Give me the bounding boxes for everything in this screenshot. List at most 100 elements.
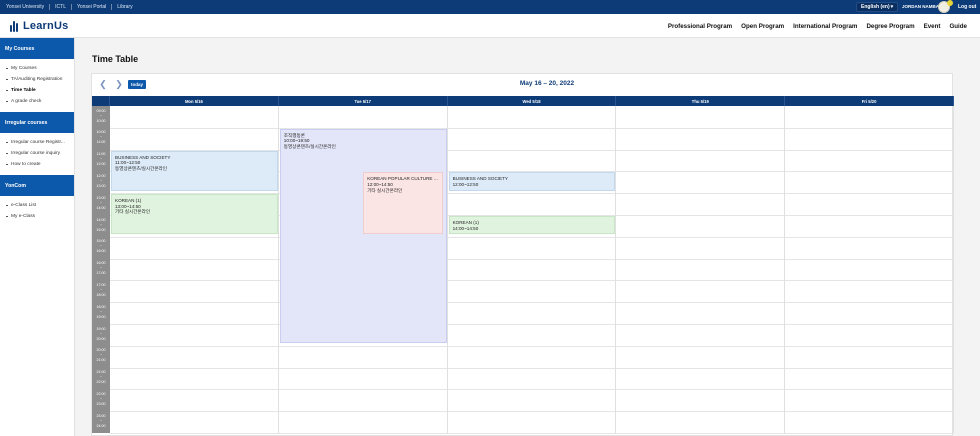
bullet-icon: [6, 142, 8, 143]
bullet-icon: [6, 101, 8, 102]
column-divider: [615, 106, 617, 433]
logo[interactable]: LearnUs: [10, 19, 68, 33]
day-header: Wed 5/18: [447, 96, 617, 106]
time-slot-label: 11:00 ~12:00: [96, 152, 106, 167]
sidebar-item-irregular-inquiry[interactable]: Irregular course inquiry: [0, 148, 74, 159]
sidebar-list-irregular: Irregular course Registr... Irregular co…: [0, 133, 74, 175]
sidebar-section-my-courses: My Courses: [0, 38, 74, 59]
time-slot-label: 10:00 ~11:00: [96, 130, 106, 145]
sidebar-section-irregular: Irregular courses: [0, 112, 74, 133]
logo-bars-icon: [10, 20, 20, 32]
time-slot-label: 09:00 ~10:00: [96, 108, 106, 123]
event-mode: 동영상콘텐츠/실시간온라인: [115, 165, 167, 171]
time-slot-label: 19:00 ~20:00: [96, 326, 106, 341]
library-link[interactable]: Library: [106, 4, 132, 10]
row-divider: [110, 389, 954, 391]
sidebar-item-time-table[interactable]: Time Table: [0, 85, 74, 96]
bullet-icon: [6, 153, 8, 154]
row-divider: [110, 324, 954, 325]
nav-professional-program[interactable]: Professional Program: [668, 23, 732, 30]
sidebar-item-label: Irregular course inquiry: [11, 151, 61, 156]
prev-week-chevron-left-icon[interactable]: ❮: [98, 79, 108, 89]
logo-text: LearnUs: [23, 20, 69, 32]
bullet-icon: [6, 68, 8, 69]
time-slot-label: 12:00 ~13:00: [96, 173, 106, 189]
timetable-card: ❮ ❯ today May 16 – 20, 2022 Mon 5/16 Tue …: [91, 73, 954, 436]
column-divider: [446, 106, 448, 433]
time-slot-label: 22:00 ~23:00: [96, 391, 106, 407]
calendar-event[interactable]: KOREAN (1) 14:00~14:50: [448, 216, 616, 235]
ictl-link[interactable]: ICTL: [44, 4, 66, 10]
day-header-corner: [92, 96, 110, 106]
user-name[interactable]: JORDAN NAMBA: [902, 4, 939, 9]
calendar-event[interactable]: KOREAN (1) 13:00~14:50 기타 실시간온라인: [111, 194, 278, 235]
time-slot-label: 16:00 ~17:00: [96, 261, 106, 276]
day-header: Thu 5/19: [616, 96, 786, 106]
column-divider: [277, 106, 279, 433]
time-slot-label: 14:00 ~15:00: [96, 217, 106, 232]
sidebar-item-how-to-create[interactable]: How to create: [0, 159, 74, 170]
sidebar-item-label: My Courses: [11, 66, 37, 71]
day-header: Tue 5/17: [278, 96, 448, 106]
column-divider: [953, 106, 954, 433]
row-divider: [110, 280, 954, 282]
calendar-event[interactable]: KOREAN POPULAR CULTURE AN... 12:00~14:50 기…: [363, 172, 443, 235]
time-slot-label: 18:00 ~19:00: [96, 304, 106, 319]
yonsei-portal-link[interactable]: Yonsei Portal: [66, 4, 106, 10]
today-button[interactable]: today: [128, 80, 146, 89]
row-divider: [110, 411, 954, 413]
timetable-grid: Mon 5/16 Tue 5/17 Wed 5/18 Thu 5/19 Fri 5/20…: [92, 96, 954, 434]
sidebar-item-label: e-Class List: [11, 203, 37, 208]
nav-degree-program[interactable]: Degree Program: [866, 23, 914, 30]
event-time: 12:00~12:50: [452, 181, 479, 187]
nav-event[interactable]: Event: [924, 23, 941, 30]
utility-bar: Yonsei University ICTL Yonsei Portal Lib…: [0, 0, 980, 14]
time-slot-label: 13:00 ~14:00: [96, 195, 106, 210]
sidebar-item-label: TA/Auditing Registration: [11, 77, 63, 82]
nav-guide[interactable]: Guide: [949, 23, 967, 30]
language-label: English (en): [861, 4, 890, 10]
sidebar-list-my-courses: My Courses TA/Auditing Registration Time…: [0, 59, 74, 112]
bullet-icon: [6, 205, 8, 206]
time-slot-label: 17:00 ~18:00: [96, 282, 106, 298]
nav-open-program[interactable]: Open Program: [741, 23, 784, 30]
bullet-icon: [6, 216, 8, 217]
calendar-event[interactable]: BUSINESS AND SOCIETY 11:00~12:50 동영상콘텐츠/실시…: [111, 150, 278, 191]
sidebar-item-eclass-list[interactable]: e-Class List: [0, 200, 74, 211]
calendar-event[interactable]: BUSINESS AND SOCIETY 12:00~12:50: [448, 172, 616, 191]
main-nav: Professional Program Open Program Intern…: [668, 14, 967, 38]
row-divider: [110, 127, 954, 129]
timetable-toolbar: ❮ ❯ today May 16 – 20, 2022: [92, 74, 954, 96]
sidebar-item-grade-check[interactable]: A grade check: [0, 96, 74, 107]
sidebar-item-irregular-registration[interactable]: Irregular course Registr...: [0, 137, 74, 148]
next-week-chevron-right-icon[interactable]: ❯: [114, 79, 124, 89]
bullet-icon: [6, 164, 8, 165]
calendar-event[interactable]: 조직행동론 10:00~19:50 동영상콘텐츠/실시간온라인: [279, 128, 447, 344]
page-title: Time Table: [92, 54, 139, 64]
sidebar-item-my-courses[interactable]: My Courses: [0, 63, 74, 74]
time-slot-label: 20:00 ~21:00: [96, 348, 106, 363]
yonsei-university-link[interactable]: Yonsei University: [6, 4, 44, 10]
row-divider: [110, 433, 954, 434]
time-slot-label: 15:00 ~16:00: [96, 239, 106, 254]
row-divider: [110, 302, 954, 304]
utility-links: Yonsei University ICTL Yonsei Portal Lib…: [6, 0, 133, 14]
sidebar-item-label: How to create: [11, 162, 41, 167]
sidebar-item-my-eclass[interactable]: My e-Class: [0, 211, 74, 222]
sidebar-item-ta-auditing[interactable]: TA/Auditing Registration: [0, 74, 74, 85]
event-mode: 기타 실시간온라인: [367, 187, 403, 193]
day-header: Fri 5/20: [785, 96, 954, 106]
language-selector[interactable]: English (en) ▾: [856, 2, 899, 12]
avatar[interactable]: [938, 0, 953, 13]
row-divider: [110, 345, 954, 347]
time-slot-label: 23:00 ~24:00: [96, 413, 106, 428]
event-time: 14:00~14:50: [452, 225, 479, 231]
nav-international-program[interactable]: International Program: [793, 23, 857, 30]
row-divider: [110, 236, 954, 238]
caret-down-icon: ▾: [890, 4, 894, 10]
logout-link[interactable]: Log out: [958, 4, 976, 10]
sidebar-item-label: A grade check: [11, 99, 42, 104]
main-header: LearnUs Professional Program Open Progra…: [0, 14, 980, 38]
sidebar-item-label: Time Table: [11, 88, 36, 93]
column-divider: [784, 106, 786, 433]
